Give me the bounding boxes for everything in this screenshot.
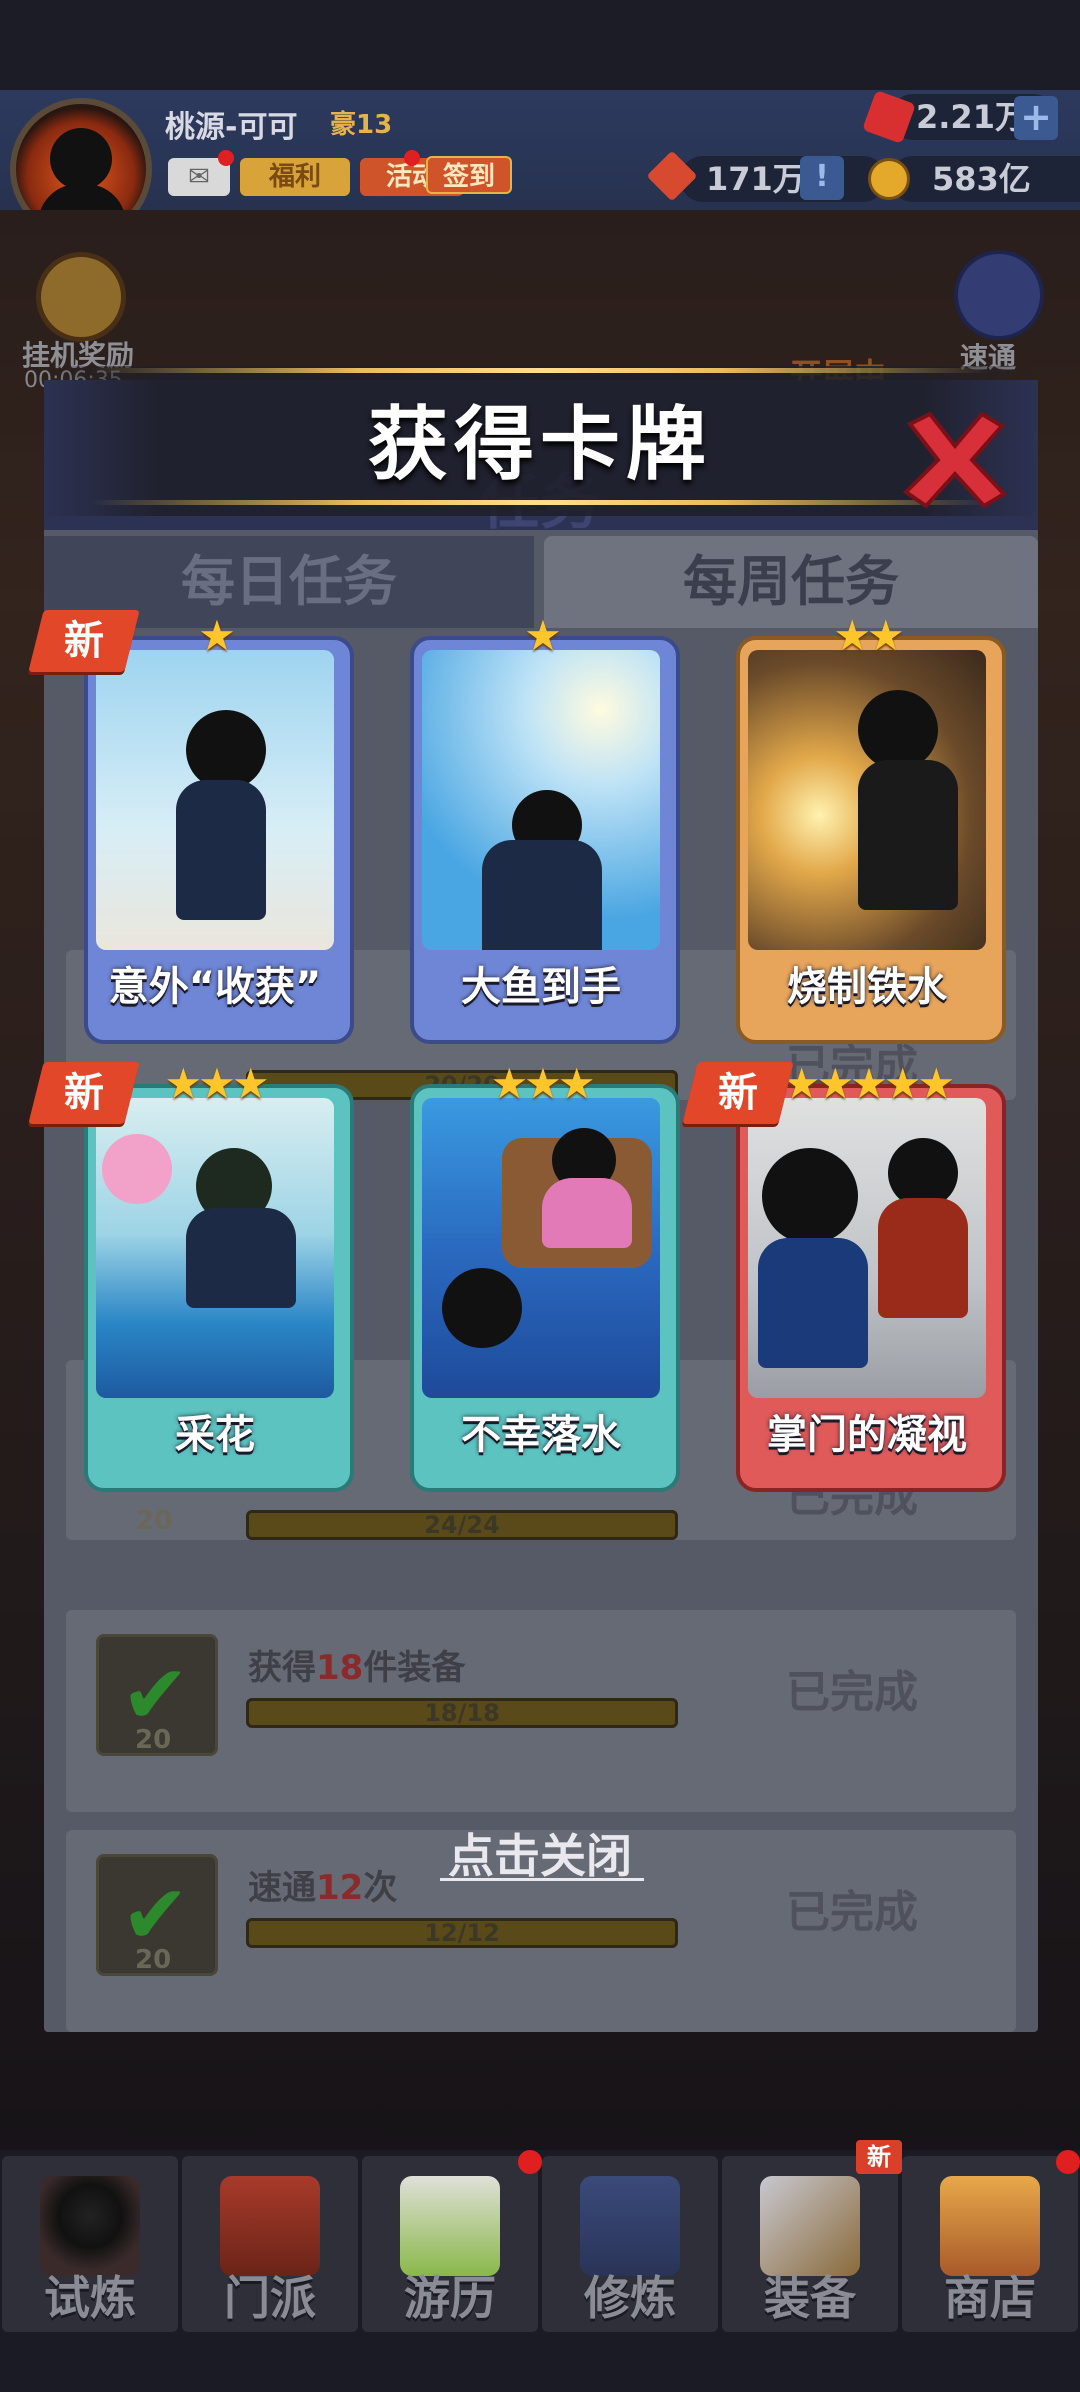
nav-label: 商店 — [944, 2271, 1036, 2325]
task-status: 已完成 — [786, 1667, 918, 1718]
nav-label: 门派 — [224, 2271, 316, 2325]
token-info-button[interactable]: ! — [800, 156, 844, 200]
task-reward-amount: 20 — [135, 1945, 172, 1975]
task-reward-amount: 20 — [135, 1725, 172, 1755]
card-art — [96, 650, 334, 950]
task-reward-amount: 20 — [136, 1506, 173, 1536]
nav-label: 修炼 — [584, 2271, 676, 2325]
new-badge: 新 — [28, 1062, 140, 1124]
nav-equipment-new-badge: 新 — [856, 2140, 902, 2174]
new-badge: 新 — [28, 610, 140, 672]
card-fell-into-water[interactable]: ★★★ 不幸落水 — [410, 1062, 680, 1492]
card-name: 采花 — [175, 1412, 255, 1458]
banner-top-line — [90, 368, 990, 373]
task-progress-text: 24/24 — [424, 1511, 500, 1539]
add-gems-button[interactable]: + — [1014, 96, 1058, 140]
card-picking-flowers[interactable]: ★★★ 采花 — [84, 1062, 354, 1492]
checkin-button[interactable]: 签到 — [426, 156, 512, 194]
tap-to-close-hint[interactable]: 点击关闭 — [0, 1820, 1080, 1886]
card-art — [422, 650, 660, 950]
card-name: 不幸落水 — [461, 1412, 621, 1458]
nav-label: 装备 — [764, 2271, 856, 2325]
card-stars: ★★ — [833, 611, 904, 660]
banner-bottom-line — [90, 500, 990, 505]
nav-equipment[interactable]: 装备 — [722, 2156, 898, 2332]
card-art — [748, 650, 986, 950]
card-masters-gaze[interactable]: ★★★★★ 掌门的凝视 — [736, 1062, 1006, 1492]
task-row: ✔ 20 获得18件装备 18/18 已完成 — [66, 1610, 1016, 1812]
tap-to-close-underline — [440, 1878, 644, 1881]
card-name: 意外“收获” — [108, 964, 322, 1010]
task-progress-bar: 18/18 — [246, 1698, 678, 1728]
nav-shop-badge — [1056, 2150, 1080, 2174]
gold-counter: 583亿 — [890, 156, 1080, 202]
card-stars: ★★★ — [490, 1059, 596, 1108]
activity-badge — [404, 150, 420, 166]
scroll-icon — [580, 2176, 680, 2276]
card-art — [422, 1098, 660, 1398]
task-progress-bar: 12/12 — [246, 1918, 678, 1948]
cloud-icon — [400, 2176, 500, 2276]
card-name: 烧制铁水 — [787, 964, 947, 1010]
card-molten-iron[interactable]: ★★ 烧制铁水 — [736, 614, 1006, 1044]
new-badge: 新 — [682, 1062, 794, 1124]
nav-sect[interactable]: 门派 — [182, 2156, 358, 2332]
task-title: 获得18件装备 — [248, 1648, 466, 1688]
card-art — [748, 1098, 986, 1398]
card-name: 大鱼到手 — [461, 964, 621, 1010]
card-unexpected-catch[interactable]: ★ 意外“收获” — [84, 614, 354, 1044]
close-icon[interactable] — [900, 410, 1010, 510]
card-art — [96, 1098, 334, 1398]
card-big-fish[interactable]: ★ 大鱼到手 — [410, 614, 680, 1044]
token-counter: 171万 — [680, 156, 886, 202]
task-progress-text: 18/18 — [424, 1699, 500, 1727]
nav-trial[interactable]: 试炼 — [2, 2156, 178, 2332]
nav-label: 游历 — [404, 2271, 496, 2325]
sword-icon — [760, 2176, 860, 2276]
card-stars: ★ — [524, 611, 562, 660]
ninja-icon — [40, 2176, 140, 2276]
task-progress-text: 12/12 — [424, 1919, 500, 1947]
gem-amount: 2.21万 — [916, 98, 1027, 136]
gold-amount: 583亿 — [932, 160, 1031, 198]
card-name: 掌门的凝视 — [767, 1412, 967, 1458]
task-reward-icon: ✔ 20 — [96, 1634, 218, 1756]
nav-label: 试炼 — [44, 2271, 136, 2325]
mail-icon: ✉ — [188, 162, 210, 192]
bonus-button[interactable]: 福利 — [240, 158, 350, 196]
nav-travel-badge — [518, 2150, 542, 2174]
temple-icon — [220, 2176, 320, 2276]
nav-shop[interactable]: 商店 — [902, 2156, 1078, 2332]
vip-level: 豪13 — [330, 110, 393, 140]
gold-coin-icon — [868, 158, 910, 200]
shop-icon — [940, 2176, 1040, 2276]
mail-badge — [218, 150, 234, 166]
nav-travel[interactable]: 游历 — [362, 2156, 538, 2332]
task-progress-bar: 24/24 — [246, 1510, 678, 1540]
token-amount: 171万 — [706, 160, 805, 198]
player-name: 桃源-可可 — [165, 110, 298, 145]
nav-cultivate[interactable]: 修炼 — [542, 2156, 718, 2332]
